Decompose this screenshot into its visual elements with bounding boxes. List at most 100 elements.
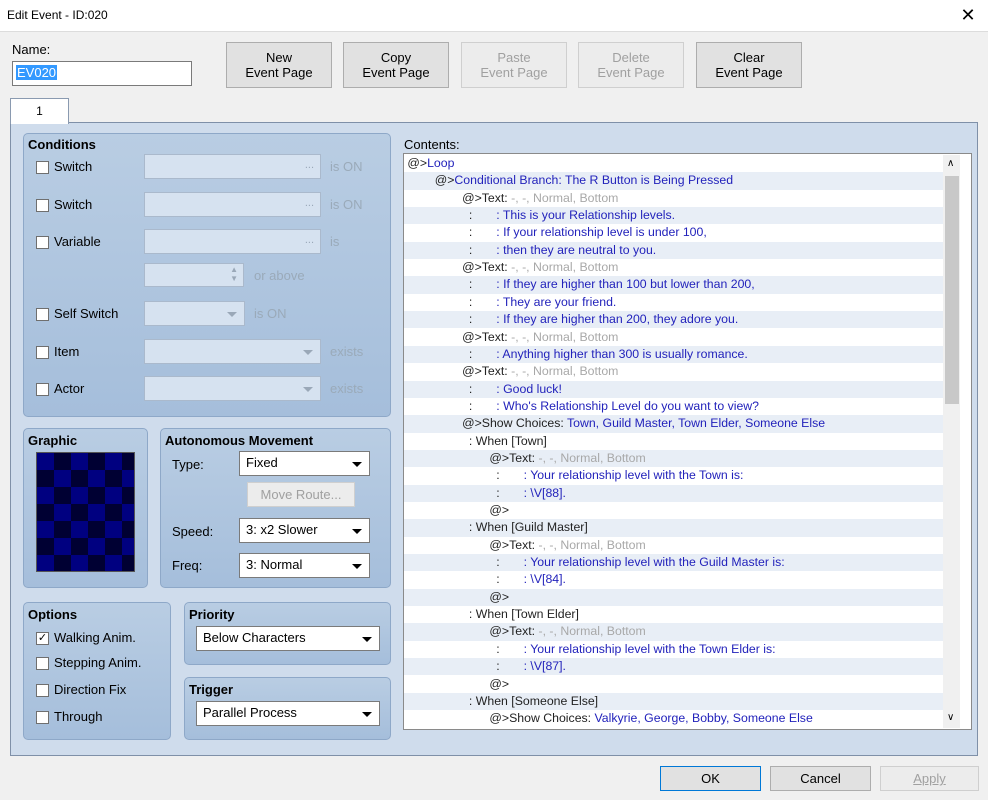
button-line: Event Page: [597, 65, 665, 80]
command-line[interactable]: @>Text: -, -, Normal, Bottom: [404, 537, 944, 554]
scroll-up-icon[interactable]: ∧: [947, 158, 954, 169]
command-line[interactable]: @>: [404, 676, 944, 693]
switch2-checkbox[interactable]: Switch: [36, 197, 93, 213]
command-line[interactable]: : When [Town Elder]: [404, 606, 944, 623]
command-line[interactable]: : : Good luck!: [404, 380, 944, 398]
command-prefix: :: [404, 485, 524, 500]
command-line[interactable]: : : \V[88].: [404, 484, 944, 502]
name-field[interactable]: EV020: [12, 61, 192, 86]
speed-select[interactable]: 3: x2 Slower: [239, 518, 370, 543]
command-line[interactable]: : When [Someone Else]: [404, 692, 944, 711]
scrollbar-thumb[interactable]: [945, 176, 959, 404]
cancel-button[interactable]: Cancel: [770, 766, 871, 791]
graphic-title: Graphic: [28, 433, 78, 448]
command-line[interactable]: : : Your relationship level with the Tow…: [404, 467, 944, 484]
command-line[interactable]: : : \V[84].: [404, 571, 944, 588]
item-checkbox[interactable]: Item: [36, 344, 79, 360]
copy-event-page-button[interactable]: Copy Event Page: [343, 42, 449, 88]
exists-label: exists: [330, 344, 364, 359]
variable-field[interactable]: ...: [144, 229, 321, 254]
checkbox-box: [36, 161, 49, 175]
freq-select[interactable]: 3: Normal: [239, 553, 370, 578]
speed-label: Speed:: [172, 524, 214, 539]
command-line[interactable]: @>: [404, 502, 944, 519]
button-label: Move Route...: [260, 487, 342, 502]
command-line[interactable]: : : then they are neutral to you.: [404, 241, 944, 260]
priority-select[interactable]: Below Characters: [196, 626, 380, 651]
command-text: : They are your friend.: [496, 294, 617, 309]
command-line[interactable]: @>Text: -, -, Normal, Bottom: [404, 259, 944, 276]
checkbox-label: Switch: [54, 197, 93, 212]
move-route-button[interactable]: Move Route...: [247, 482, 355, 507]
item-select[interactable]: [144, 339, 321, 364]
command-line[interactable]: : : Your relationship level with the Tow…: [404, 641, 944, 658]
trigger-select[interactable]: Parallel Process: [196, 701, 380, 726]
command-line[interactable]: @>Loop: [404, 155, 944, 172]
event-command-list[interactable]: @>Loop @>Conditional Branch: The R Butto…: [403, 153, 972, 730]
command-prefix: : When [Someone Else]: [404, 693, 599, 708]
command-prefix: @>Text:: [404, 537, 539, 552]
button-line: New: [265, 50, 292, 65]
command-line[interactable]: : : If your relationship level is under …: [404, 224, 944, 241]
command-line[interactable]: @>Text: -, -, Normal, Bottom: [404, 329, 944, 346]
command-line[interactable]: @>Conditional Branch: The R Button is Be…: [404, 172, 944, 190]
stepping-anim-checkbox[interactable]: Stepping Anim.: [36, 655, 141, 671]
variable-checkbox[interactable]: Variable: [36, 234, 101, 250]
chevron-down-icon: [362, 637, 372, 642]
walking-anim-checkbox[interactable]: ✓ Walking Anim.: [36, 630, 136, 646]
command-line[interactable]: @>Show Choices: Valkyrie, George, Bobby,…: [404, 710, 944, 727]
checkbox-box: ✓: [36, 632, 49, 646]
direction-fix-checkbox[interactable]: Direction Fix: [36, 682, 126, 698]
command-line[interactable]: : : \V[87].: [404, 658, 944, 676]
command-prefix: @>: [404, 156, 428, 170]
type-select[interactable]: Fixed: [239, 451, 370, 476]
graphic-preview[interactable]: [36, 452, 135, 572]
paste-event-page-button[interactable]: Paste Event Page: [461, 42, 567, 88]
command-params: -, -, Normal, Bottom: [538, 450, 646, 465]
clear-event-page-button[interactable]: Clear Event Page: [696, 42, 802, 88]
command-line[interactable]: @>Text: -, -, Normal, Bottom: [404, 363, 944, 380]
delete-event-page-button[interactable]: Delete Event Page: [578, 42, 684, 88]
actor-checkbox[interactable]: Actor: [36, 381, 84, 397]
command-line[interactable]: : When [Guild Master]: [404, 519, 944, 537]
through-checkbox[interactable]: Through: [36, 709, 102, 725]
command-line[interactable]: @>: [404, 588, 944, 607]
command-prefix: :: [404, 381, 497, 396]
new-event-page-button[interactable]: New Event Page: [226, 42, 332, 88]
close-icon[interactable]: ✕: [956, 2, 980, 28]
self-switch-select[interactable]: [144, 301, 245, 326]
ok-button[interactable]: OK: [660, 766, 761, 791]
command-line[interactable]: : When [Town]: [404, 433, 944, 450]
checkbox-label: Switch: [54, 159, 93, 174]
command-line[interactable]: : : This is your Relationship levels.: [404, 207, 944, 225]
select-value: 3: Normal: [246, 557, 303, 572]
switch1-checkbox[interactable]: Switch: [36, 159, 93, 175]
checkbox-box: [36, 199, 49, 213]
command-line[interactable]: @>Show Choices: Town, Guild Master, Town…: [404, 415, 944, 433]
tab-page-1[interactable]: 1: [10, 98, 69, 124]
variable-value-stepper[interactable]: ▲ ▼: [144, 263, 244, 287]
apply-button[interactable]: Apply: [880, 766, 979, 791]
command-line[interactable]: : : They are your friend.: [404, 294, 944, 311]
command-line[interactable]: @>Text: -, -, Normal, Bottom: [404, 190, 944, 207]
command-text: Conditional Branch: The R Button is Bein…: [454, 173, 734, 188]
command-params: -, -, Normal, Bottom: [511, 364, 619, 379]
switch1-field[interactable]: ...: [144, 154, 321, 179]
command-line[interactable]: : : If they are higher than 200, they ad…: [404, 311, 944, 329]
command-line[interactable]: @>Text: -, -, Normal, Bottom: [404, 449, 944, 468]
switch2-field[interactable]: ...: [144, 192, 321, 217]
checkbox-label: Self Switch: [54, 306, 119, 321]
command-line[interactable]: : : If they are higher than 100 but lowe…: [404, 276, 944, 294]
self-switch-checkbox[interactable]: Self Switch: [36, 306, 119, 322]
command-prefix: @>Text:: [404, 260, 512, 275]
command-line[interactable]: : : Anything higher than 300 is usually …: [404, 345, 944, 364]
trigger-title: Trigger: [189, 682, 234, 697]
button-line: Copy: [380, 50, 412, 65]
scroll-down-icon[interactable]: ∨: [947, 712, 954, 723]
actor-select[interactable]: [144, 376, 321, 401]
command-line[interactable]: : : Who's Relationship Level do you want…: [404, 398, 944, 415]
freq-label: Freq:: [172, 558, 203, 573]
button-label: Cancel: [800, 771, 841, 786]
command-line[interactable]: : : Your relationship level with the Gui…: [404, 554, 944, 572]
command-line[interactable]: @>Text: -, -, Normal, Bottom: [404, 623, 944, 641]
